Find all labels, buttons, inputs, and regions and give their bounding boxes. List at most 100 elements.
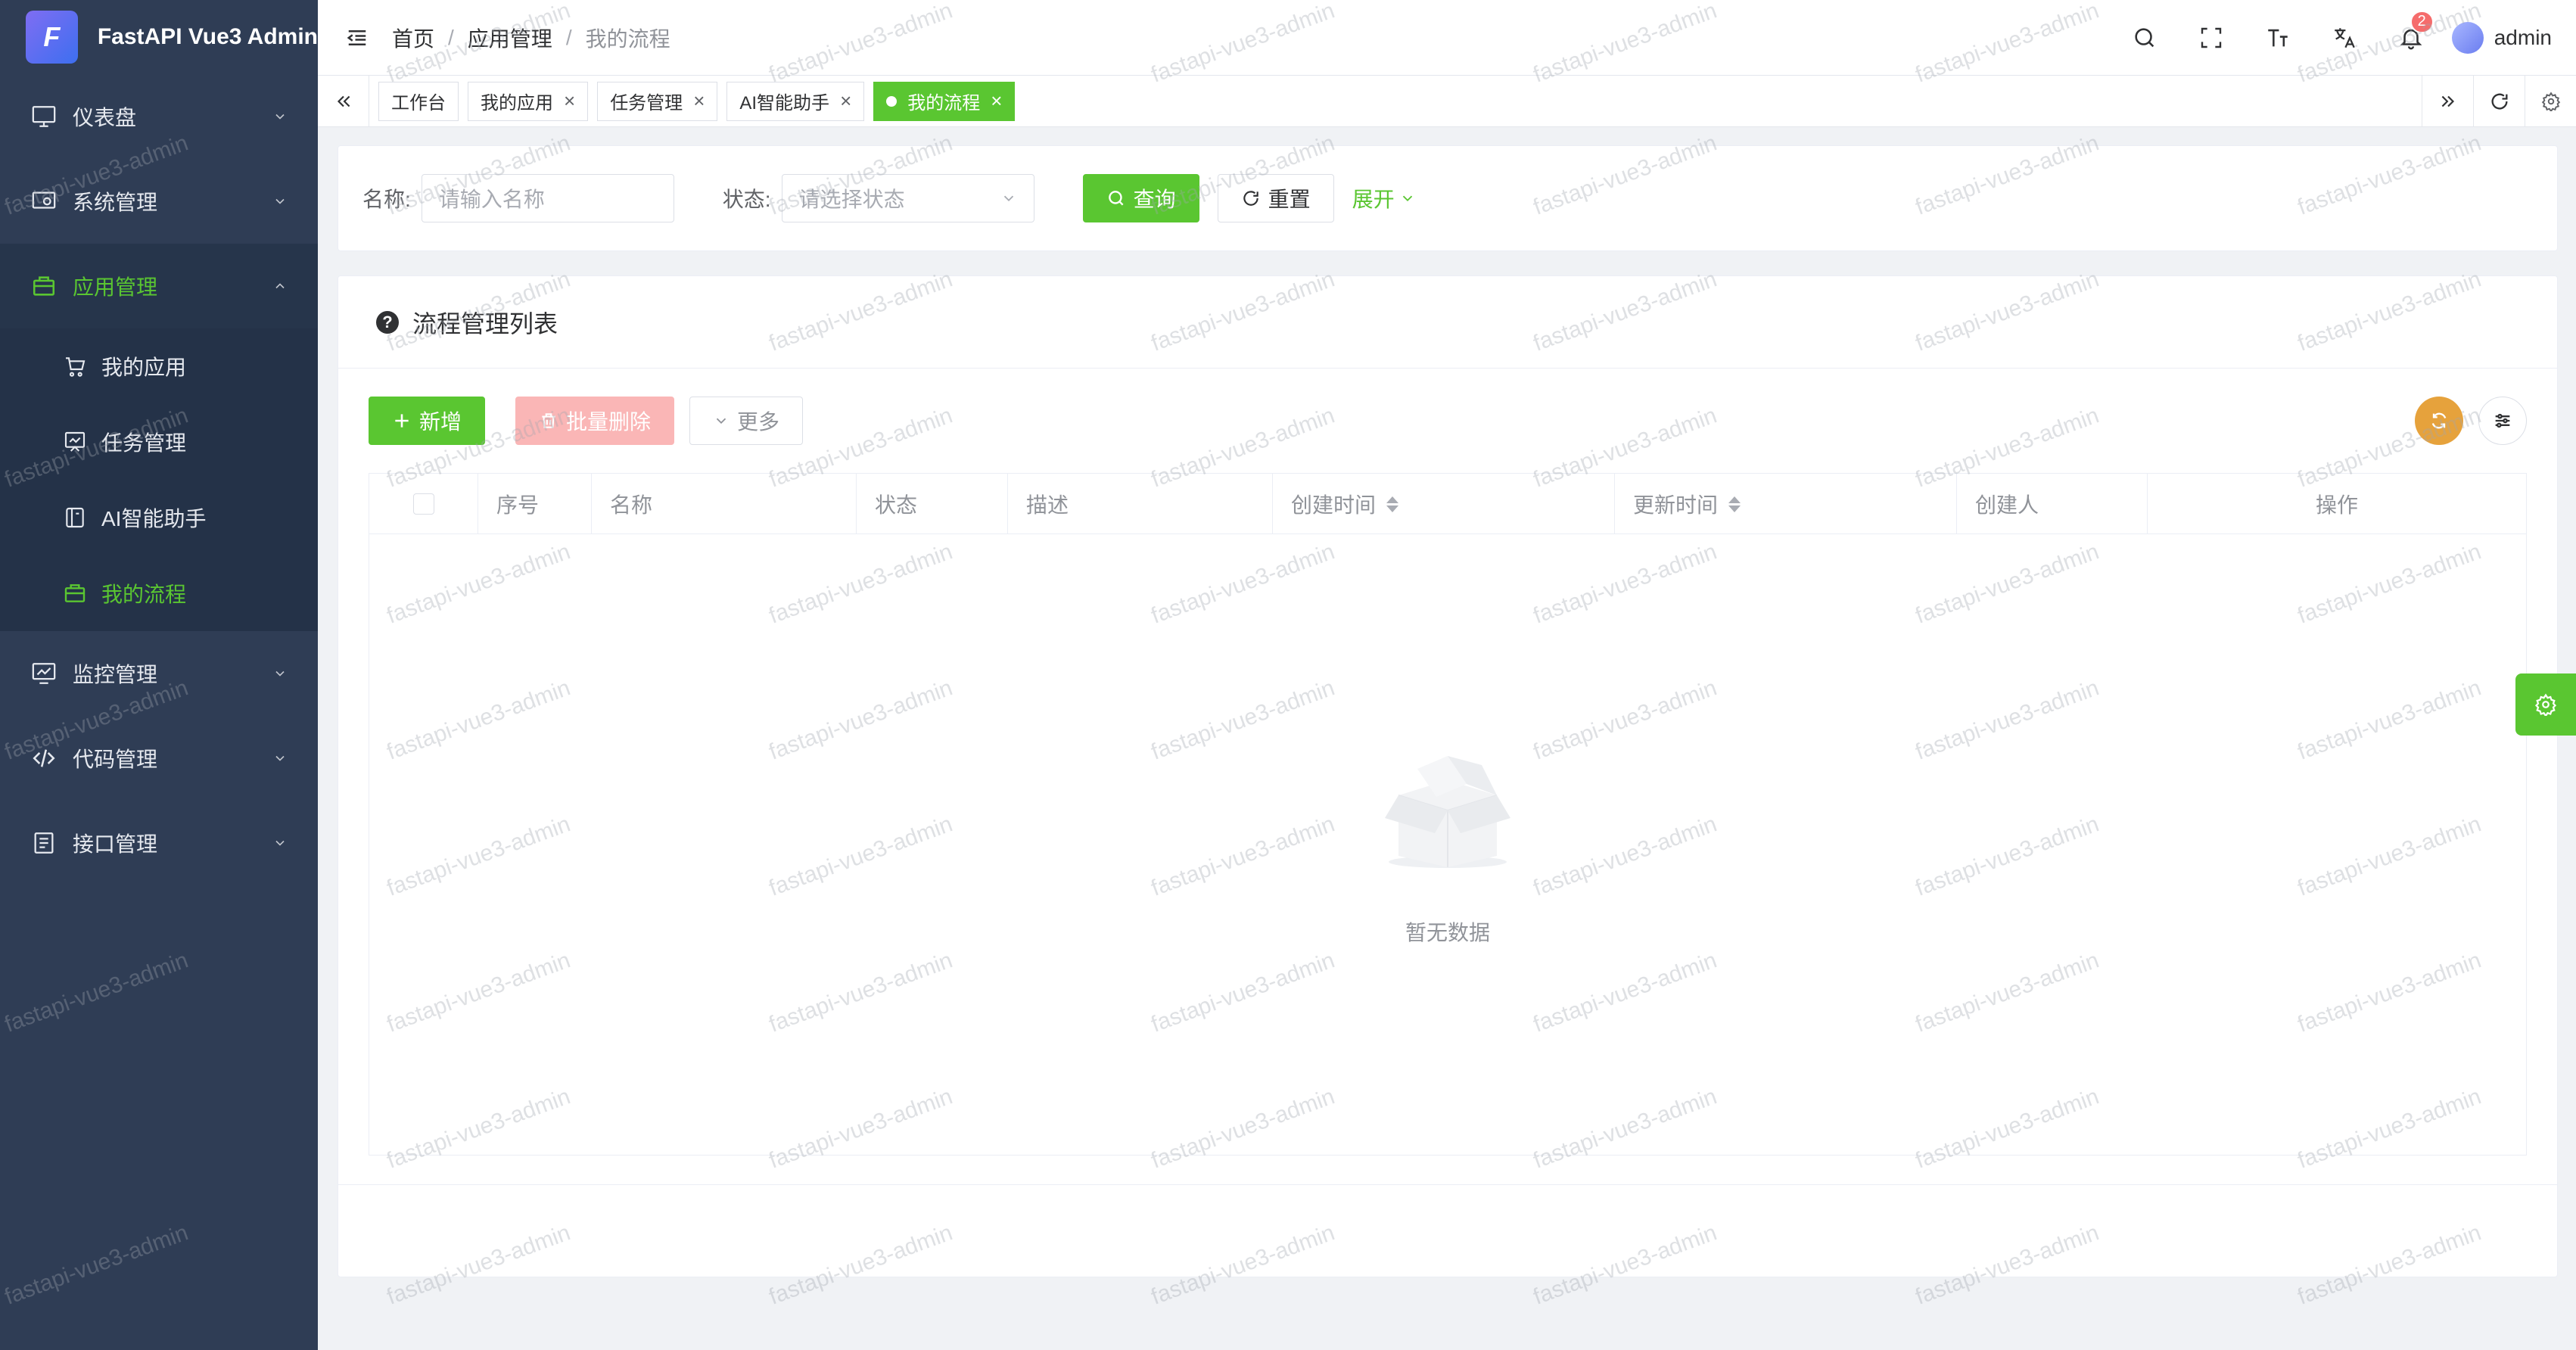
collapse-sidebar-icon[interactable] (342, 23, 372, 53)
gear-icon[interactable] (2525, 75, 2576, 127)
status-select[interactable]: 请选择状态 (781, 174, 1034, 222)
trash-icon (542, 413, 555, 428)
brand[interactable]: F FastAPI Vue3 Admin (0, 0, 318, 74)
sidebar-item-label: 代码管理 (73, 748, 158, 771)
tab-ai-assistant[interactable]: AI智能助手 × (726, 81, 865, 121)
close-icon[interactable]: × (693, 89, 705, 113)
column-settings-button[interactable] (2478, 397, 2527, 445)
sidebar-item-my-apps[interactable]: 我的应用 (0, 328, 318, 404)
app-title: FastAPI Vue3 Admin (97, 24, 318, 49)
reset-button[interactable]: 重置 (1217, 174, 1334, 222)
batch-delete-button-label: 批量删除 (566, 410, 652, 434)
column-header-actions: 操作 (2148, 474, 2526, 534)
empty-state: 暂无数据 (369, 534, 2526, 1155)
user-menu[interactable]: admin (2451, 21, 2552, 54)
refresh-icon (2431, 412, 2447, 429)
sidebar-item-system[interactable]: 系统管理 (0, 159, 318, 244)
app-root: F FastAPI Vue3 Admin 仪表盘 系统管理 应用管理 我的应用 … (0, 0, 2576, 1350)
column-header-index: 序号 (478, 474, 592, 534)
username: admin (2494, 25, 2552, 49)
ai-assistant-icon (62, 505, 88, 530)
sidebar-item-monitoring[interactable]: 监控管理 (0, 631, 318, 716)
system-settings-icon (30, 188, 58, 215)
column-header-description: 描述 (1008, 474, 1273, 534)
sidebar-item-task-management[interactable]: 任务管理 (0, 404, 318, 480)
translate-icon[interactable] (2311, 0, 2378, 76)
name-input-placeholder: 请输入名称 (438, 188, 545, 211)
sidebar-item-api[interactable]: 接口管理 (0, 801, 318, 885)
expand-toggle[interactable]: 展开 (1352, 183, 1416, 213)
header-actions: 2 admin (2111, 0, 2576, 76)
gear-icon (2534, 693, 2557, 716)
breadcrumb-item-current: 我的流程 (585, 26, 670, 51)
table-header: 序号 名称 状态 描述 创建时间 更新时间 创建人 操作 (369, 474, 2526, 534)
tag-label: AI智能助手 (739, 93, 830, 114)
breadcrumb-separator: / (448, 25, 454, 49)
tab-task-management[interactable]: 任务管理 × (597, 81, 718, 121)
table-toolbar: 新增 批量删除 更多 (338, 369, 2557, 473)
monitor-icon (30, 103, 58, 130)
select-all-checkbox[interactable] (412, 493, 434, 515)
tag-label: 工作台 (391, 93, 446, 114)
empty-text: 暂无数据 (1405, 921, 1490, 944)
sidebar-item-label: 我的应用 (101, 356, 187, 379)
chevron-up-icon (275, 283, 285, 289)
refresh-icon[interactable] (2473, 75, 2525, 127)
tab-workbench[interactable]: 工作台 (378, 81, 459, 121)
sidebar-item-label: AI智能助手 (101, 507, 207, 530)
expand-toggle-label: 展开 (1352, 188, 1395, 211)
status-select-placeholder: 请选择状态 (798, 188, 905, 211)
tab-my-apps[interactable]: 我的应用 × (468, 81, 589, 121)
column-header-created-at[interactable]: 创建时间 (1273, 474, 1615, 534)
font-size-icon[interactable] (2245, 0, 2311, 76)
submenu-app-management: 我的应用 任务管理 AI智能助手 我的流程 (0, 328, 318, 631)
sidebar-item-my-process[interactable]: 我的流程 (0, 555, 318, 631)
refresh-table-button[interactable] (2415, 397, 2463, 445)
column-header-updated-at[interactable]: 更新时间 (1615, 474, 1957, 534)
close-icon[interactable]: × (564, 89, 575, 113)
notification-bell-icon[interactable]: 2 (2378, 0, 2444, 76)
close-icon[interactable]: × (991, 89, 1002, 113)
name-input[interactable]: 请输入名称 (421, 174, 674, 222)
breadcrumb-item-home[interactable]: 首页 (392, 23, 434, 53)
cart-icon (62, 353, 88, 379)
query-button[interactable]: 查询 (1082, 174, 1199, 222)
sort-icon[interactable] (1386, 496, 1399, 512)
active-dot-icon (886, 95, 898, 107)
name-field-label: 名称: (362, 188, 411, 211)
top-header: 首页 / 应用管理 / 我的流程 2 admin (318, 0, 2576, 76)
empty-box-icon (1385, 756, 1510, 868)
chevron-down-icon (716, 418, 726, 425)
batch-delete-button[interactable]: 批量删除 (515, 397, 675, 445)
chevron-down-icon (275, 840, 285, 846)
sidebar-item-ai-assistant[interactable]: AI智能助手 (0, 480, 318, 555)
fullscreen-icon[interactable] (2178, 0, 2245, 76)
breadcrumb-separator: / (565, 25, 572, 49)
column-header-label: 操作 (2315, 493, 2358, 517)
search-icon[interactable] (2111, 0, 2178, 76)
help-icon[interactable]: ? (376, 310, 399, 334)
document-icon (30, 829, 58, 857)
app-logo: F (26, 11, 78, 64)
column-header-status: 状态 (857, 474, 1008, 534)
refresh-icon (1243, 191, 1258, 206)
notification-badge: 2 (2410, 10, 2434, 33)
sidebar-item-app-management[interactable]: 应用管理 (0, 244, 318, 328)
more-button[interactable]: 更多 (689, 397, 804, 445)
add-button[interactable]: 新增 (369, 397, 486, 445)
sort-icon[interactable] (1728, 496, 1741, 512)
chevron-down-icon (275, 114, 285, 120)
card-title: 流程管理列表 (412, 310, 558, 338)
tags-scroll-left-icon[interactable] (318, 75, 369, 127)
breadcrumb-item-app-management[interactable]: 应用管理 (468, 23, 552, 53)
tags-scroll-right-icon[interactable] (2422, 75, 2473, 127)
sidebar-item-dashboard[interactable]: 仪表盘 (0, 74, 318, 159)
sliders-icon (2495, 413, 2510, 428)
tab-my-process[interactable]: 我的流程 × (873, 81, 1016, 121)
status-field-label: 状态: (722, 188, 771, 211)
sidebar-item-label: 系统管理 (73, 191, 158, 214)
sidebar-item-code[interactable]: 代码管理 (0, 716, 318, 801)
close-icon[interactable]: × (840, 89, 851, 113)
floating-settings-button[interactable] (2515, 673, 2576, 736)
sidebar: F FastAPI Vue3 Admin 仪表盘 系统管理 应用管理 我的应用 … (0, 0, 318, 1350)
